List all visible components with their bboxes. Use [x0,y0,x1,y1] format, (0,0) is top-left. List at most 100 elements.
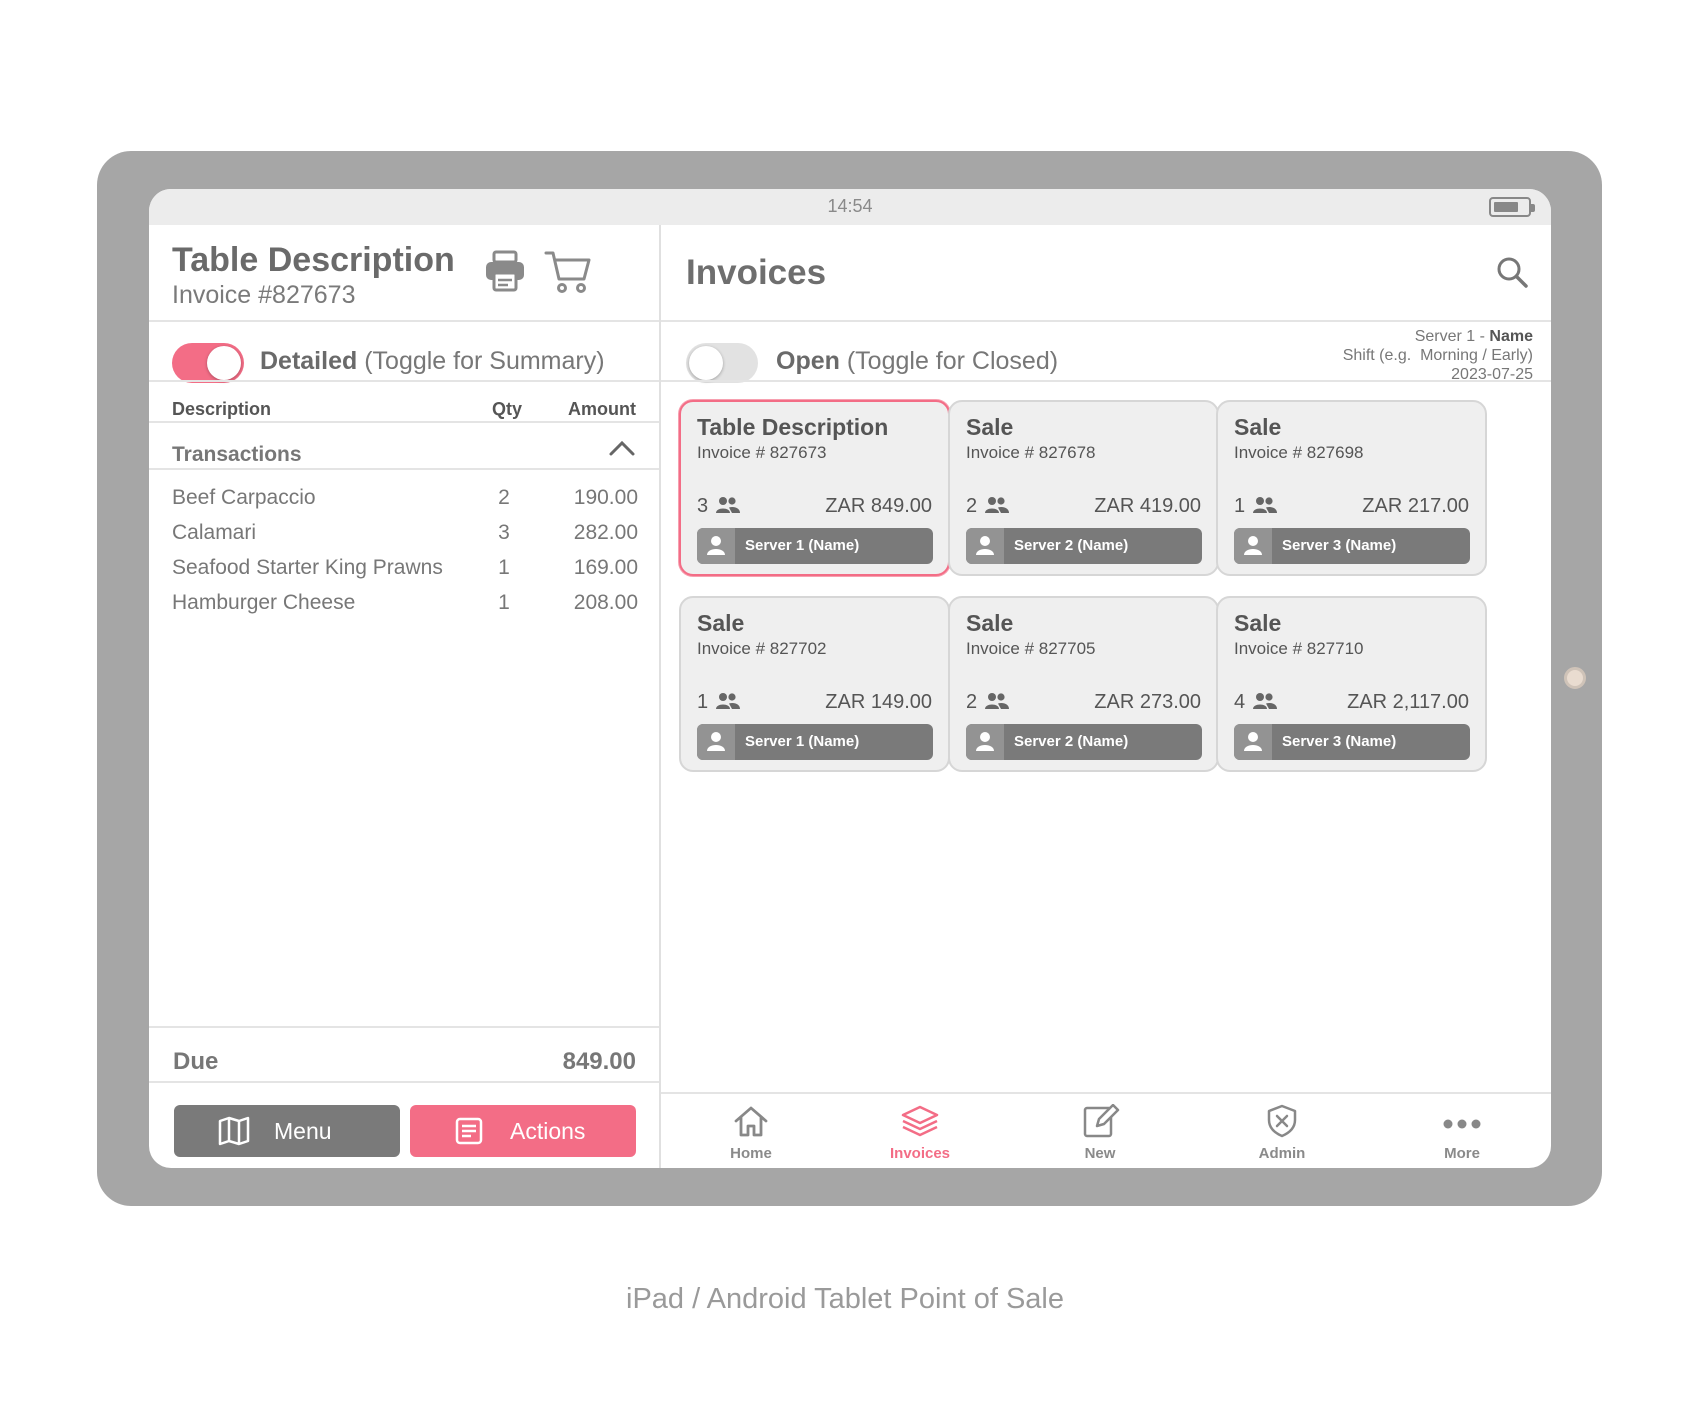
invoice-card[interactable]: Sale Invoice # 827705 2 ZAR 273.00 Server 2 … [948,596,1219,772]
card-server: Server 2 (Name) [966,528,1202,564]
item-amount: 208.00 [573,591,638,614]
transactions-section-label: Transactions [172,443,302,466]
card-amount: ZAR 149.00 [825,691,932,713]
card-server: Server 3 (Name) [1234,528,1470,564]
search-icon[interactable] [1495,255,1529,294]
card-title: Sale [966,610,1014,636]
card-guests: 1 [697,691,709,713]
item-qty: 3 [498,521,510,544]
shift-info: Server 1 - Name Shift (e.g. Morning / Ea… [1342,328,1533,383]
item-description: Seafood Starter King Prawns [172,556,443,579]
card-invoice: Invoice # 827710 [1234,639,1364,658]
nav-admin[interactable]: Admin [1227,1104,1337,1162]
status-time: 14:54 [827,196,873,216]
card-amount: ZAR 273.00 [1094,691,1201,713]
invoice-card[interactable]: Sale Invoice # 827678 2 ZAR 419.00 Server 2 … [948,400,1219,576]
tablet-screen: 14:54 Table Description Invoice #827673 … [149,189,1551,1168]
due-label: Due [173,1048,219,1075]
invoice-card[interactable]: Sale Invoice # 827702 1 ZAR 149.00 Server 1 … [679,596,950,772]
layers-icon [900,1105,940,1142]
nav-new[interactable]: New [1045,1103,1155,1162]
guests-icon [984,692,1010,715]
card-server-name: Server 1 (Name) [745,733,860,750]
card-guests: 3 [697,495,709,517]
order-title: Table Description [172,241,455,279]
order-item-row[interactable]: Calamari 3 282.00 [149,521,661,556]
card-guests: 1 [1234,495,1246,517]
shield-icon [1264,1104,1300,1142]
card-invoice: Invoice # 827702 [697,639,827,658]
item-amount: 282.00 [573,521,638,544]
invoice-card[interactable]: Sale Invoice # 827698 1 ZAR 217.00 Server 3 … [1216,400,1487,576]
item-amount: 190.00 [573,486,638,509]
invoices-title: Invoices [686,253,827,292]
bottom-nav: Home Invoices New Admin More [661,1092,1551,1168]
printer-icon[interactable] [483,249,527,298]
card-title: Table Description [697,414,889,440]
item-description: Calamari [172,521,257,544]
nav-invoices[interactable]: Invoices [865,1104,975,1162]
col-amount: Amount [568,399,636,419]
invoice-card[interactable]: Sale Invoice # 827710 4 ZAR 2,117.00 Server … [1216,596,1487,772]
item-amount: 169.00 [573,556,638,579]
card-title: Sale [966,414,1014,440]
guests-icon [1252,496,1278,519]
order-panel: Table Description Invoice #827673 Detail… [149,225,661,1168]
card-server-name: Server 1 (Name) [745,537,860,554]
menu-button[interactable]: Menu [174,1105,400,1157]
user-icon [1234,528,1272,564]
nav-home[interactable]: Home [696,1104,806,1162]
order-item-row[interactable]: Beef Carpaccio 2 190.00 [149,486,661,521]
invoices-panel: Invoices Open (Toggle for Closed) Server… [661,225,1551,1168]
card-server-name: Server 2 (Name) [1014,537,1129,554]
col-description: Description [172,399,272,419]
battery-icon [1489,197,1535,217]
card-guests: 2 [966,495,978,517]
chevron-up-icon[interactable] [607,437,637,464]
more-icon [1440,1119,1484,1142]
order-item-row[interactable]: Seafood Starter King Prawns 1 169.00 [149,556,661,591]
card-server-name: Server 2 (Name) [1014,733,1129,750]
user-icon [1234,724,1272,760]
map-icon [218,1116,250,1152]
order-invoice: Invoice #827673 [172,281,356,309]
invoice-card[interactable]: Table Description Invoice # 827673 3 ZAR 84… [679,400,950,576]
detailed-toggle-label: Detailed (Toggle for Summary) [260,347,605,375]
user-icon [966,724,1004,760]
open-toggle-label: Open (Toggle for Closed) [776,347,1059,375]
item-qty: 1 [498,556,510,579]
status-bar: 14:54 [149,189,1551,225]
guests-icon [1252,692,1278,715]
card-title: Sale [1234,610,1282,636]
card-server: Server 1 (Name) [697,724,933,760]
card-title: Sale [697,610,745,636]
card-guests: 4 [1234,691,1246,713]
card-invoice: Invoice # 827705 [966,639,1096,658]
item-description: Hamburger Cheese [172,591,356,614]
guests-icon [984,496,1010,519]
card-guests: 2 [966,691,978,713]
open-closed-toggle[interactable] [686,343,758,383]
cart-icon[interactable] [544,249,592,300]
actions-button[interactable]: Actions [410,1105,636,1157]
order-item-row[interactable]: Hamburger Cheese 1 208.00 [149,591,661,626]
due-value: 849.00 [562,1048,636,1075]
card-invoice: Invoice # 827698 [1234,443,1364,462]
col-qty: Qty [492,399,523,419]
item-qty: 2 [498,486,510,509]
home-button[interactable] [1564,667,1586,689]
user-icon [697,724,735,760]
document-icon [454,1116,484,1152]
nav-more[interactable]: More [1407,1104,1517,1162]
card-server: Server 2 (Name) [966,724,1202,760]
home-icon [732,1106,770,1142]
guests-icon [715,692,741,715]
card-amount: ZAR 217.00 [1362,495,1469,517]
user-icon [697,528,735,564]
card-server-name: Server 3 (Name) [1282,733,1397,750]
item-qty: 1 [498,591,510,614]
detailed-toggle[interactable] [172,343,244,383]
item-description: Beef Carpaccio [172,486,316,509]
user-icon [966,528,1004,564]
card-invoice: Invoice # 827673 [697,443,827,462]
